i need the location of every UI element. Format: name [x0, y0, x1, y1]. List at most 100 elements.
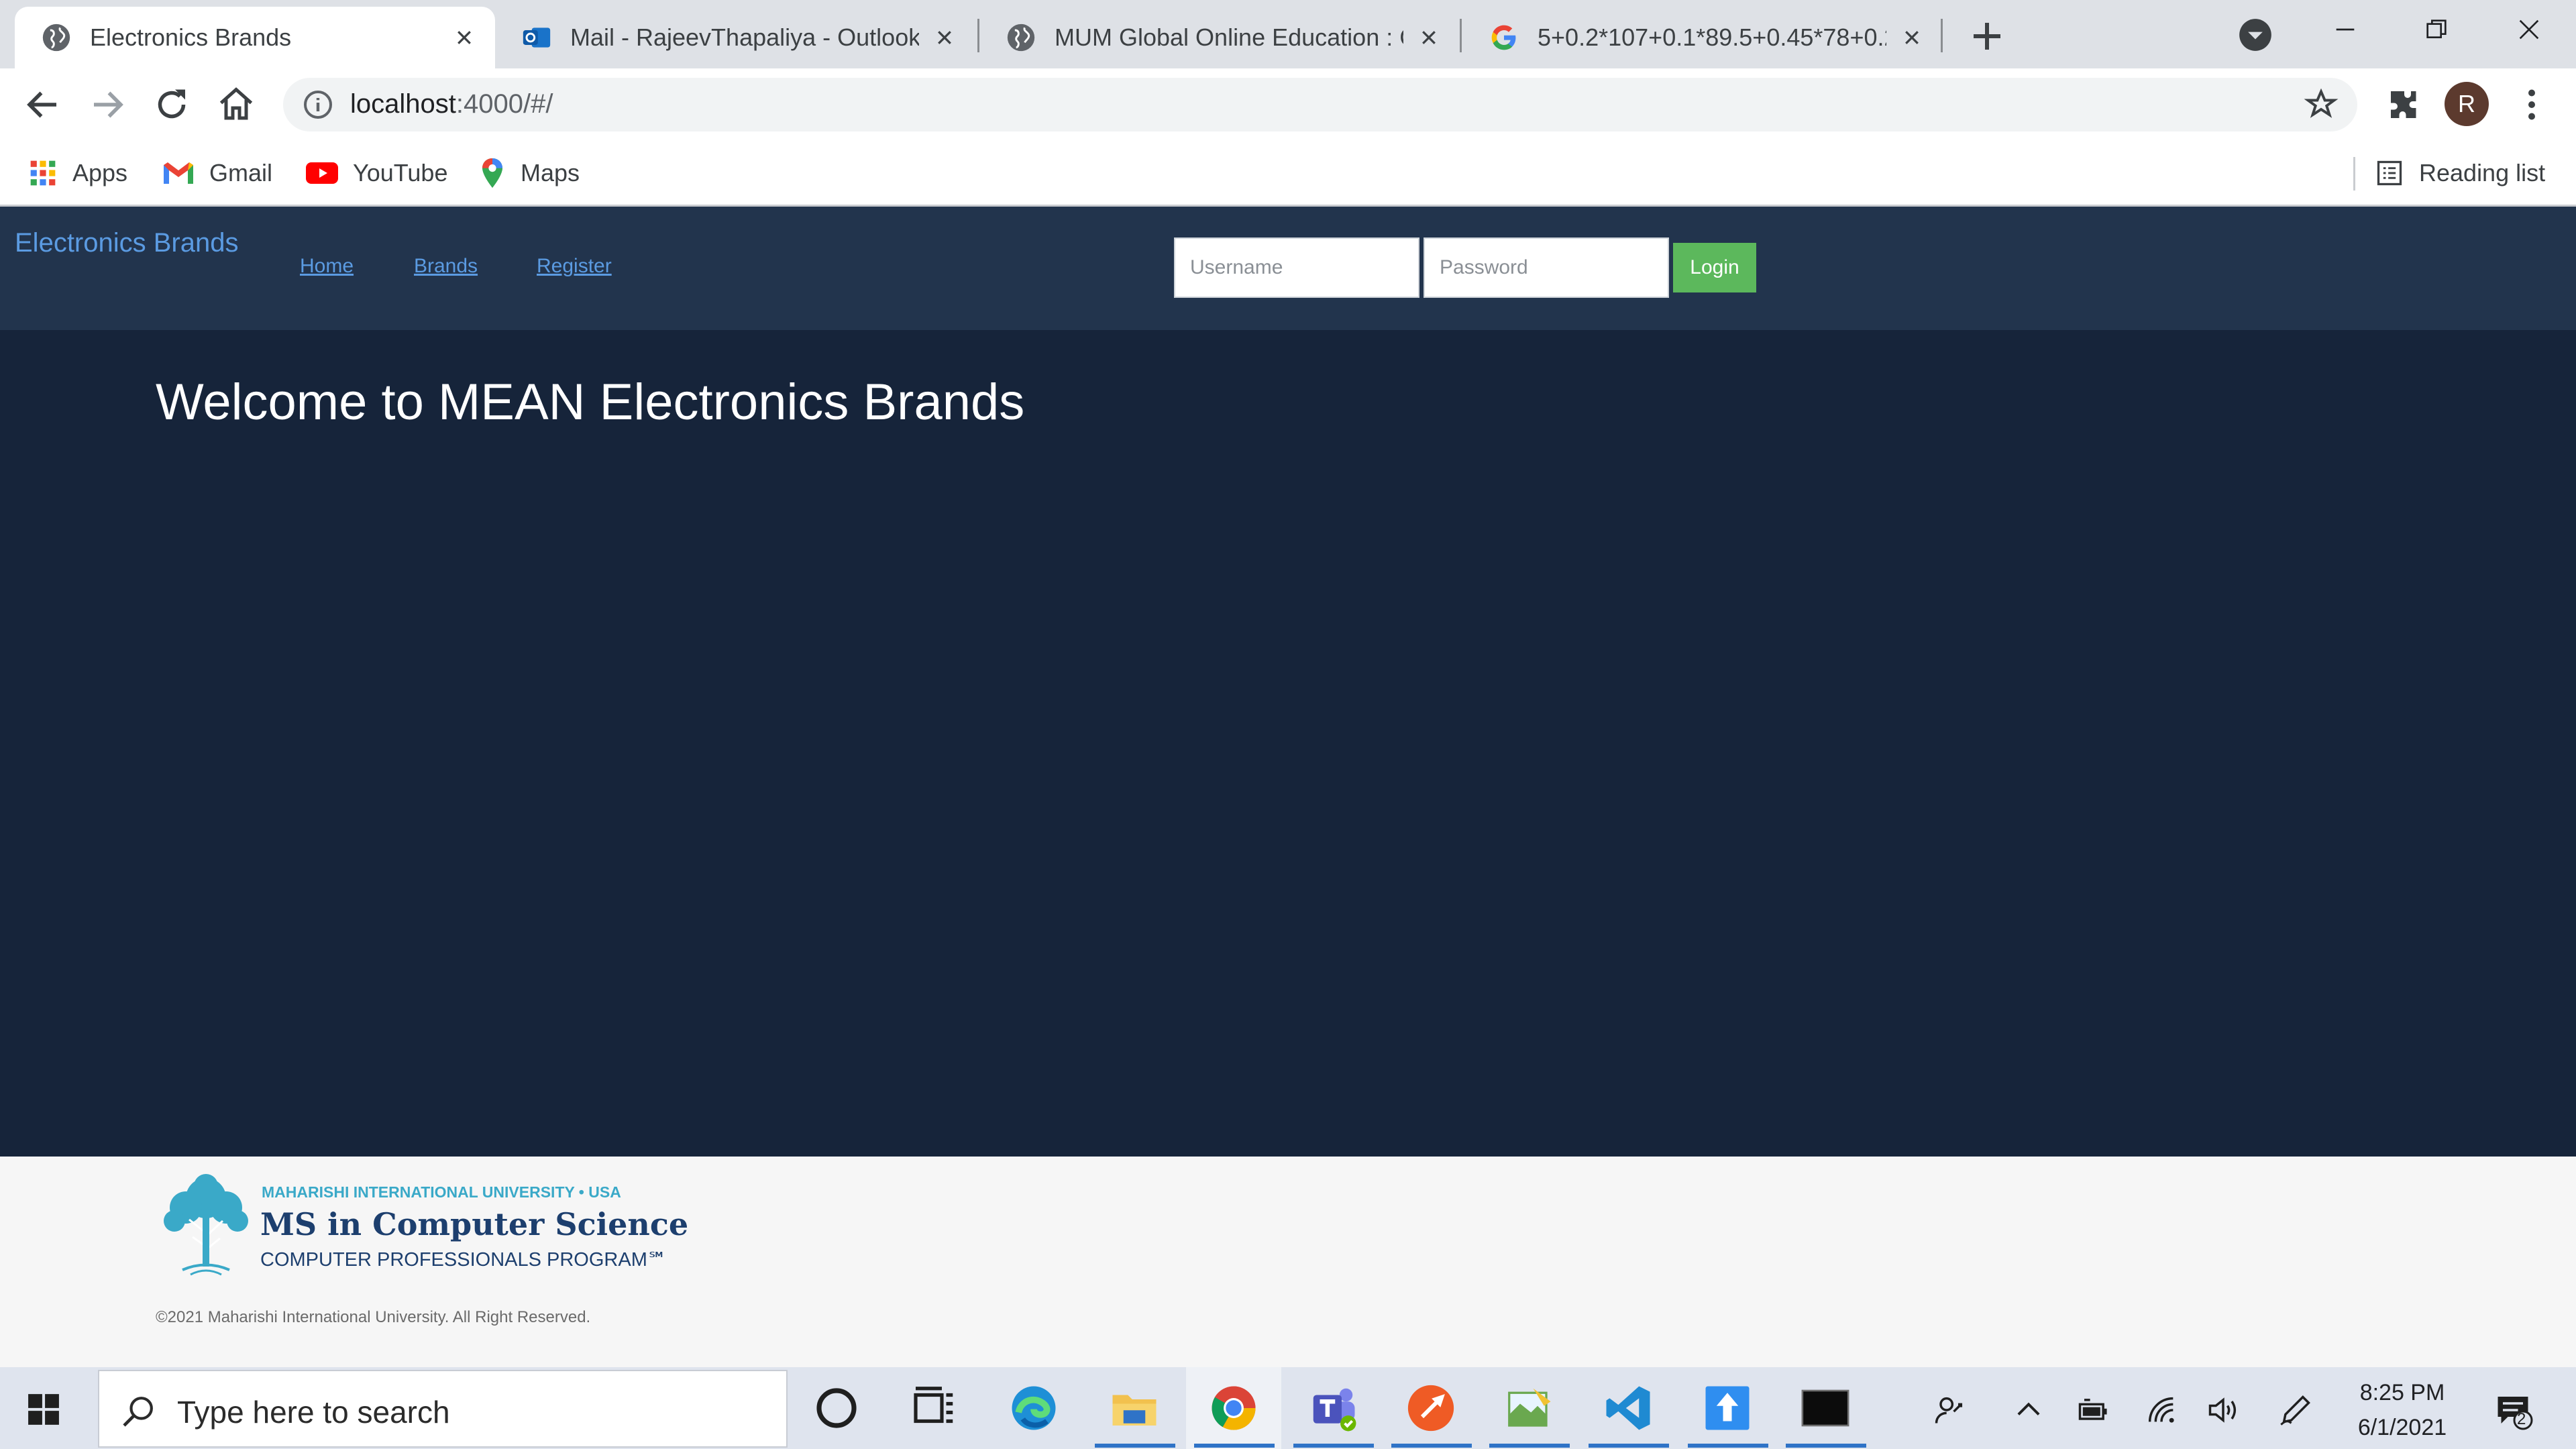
volume-icon[interactable]	[2206, 1393, 2241, 1428]
reading-list-icon	[2377, 160, 2402, 186]
running-indicator	[1589, 1444, 1669, 1448]
reload-icon[interactable]	[152, 85, 192, 125]
bookmark-label: Maps	[521, 159, 580, 186]
nav-brands-link[interactable]: Brands	[414, 255, 478, 278]
notification-icon	[2498, 1397, 2533, 1430]
chrome-icon[interactable]	[1208, 1382, 1260, 1434]
bookmark-apps[interactable]: Apps	[28, 153, 127, 193]
running-indicator	[1391, 1444, 1472, 1448]
tab-electronics-brands[interactable]: Electronics Brands	[15, 7, 495, 68]
url-path: :4000/#/	[455, 89, 553, 119]
bookmarks-separator	[2353, 157, 2355, 191]
clock-time: 8:25 PM	[2359, 1380, 2445, 1405]
running-indicator	[1194, 1444, 1275, 1448]
notification-count: 2	[2517, 1410, 2526, 1428]
maps-pin-icon	[482, 158, 502, 188]
more-vertical-icon[interactable]	[2512, 85, 2552, 125]
browser-toolbar: localhost:4000/#/ R	[0, 68, 2576, 140]
new-tab-plus-icon[interactable]	[1967, 16, 2007, 56]
postman-icon[interactable]	[1405, 1382, 1457, 1434]
vscode-icon[interactable]	[1602, 1382, 1654, 1434]
url-host: localhost	[350, 89, 456, 119]
search-icon	[123, 1397, 153, 1427]
taskbar-search-box[interactable]: Type here to search	[98, 1370, 788, 1448]
close-icon[interactable]	[1897, 23, 1927, 52]
running-indicator	[1688, 1444, 1768, 1448]
paint-icon[interactable]	[1503, 1382, 1555, 1434]
tab-google-search[interactable]: 5+0.2*107+0.1*89.5+0.45*78+0.2	[1462, 7, 1943, 68]
password-input[interactable]: Password	[1424, 237, 1669, 298]
clock-date: 6/1/2021	[2357, 1415, 2447, 1440]
wifi-icon[interactable]	[2144, 1393, 2179, 1428]
welcome-heading: Welcome to MEAN Electronics Brands	[156, 374, 1025, 431]
page-footer: MAHARISHI INTERNATIONAL UNIVERSITY • USA…	[0, 1157, 2576, 1367]
forward-arrow-icon[interactable]	[87, 85, 127, 125]
tab-title: MUM Global Online Education : C	[1055, 23, 1403, 51]
people-icon[interactable]	[1932, 1393, 1967, 1428]
pen-workspace-icon[interactable]	[2278, 1393, 2313, 1428]
globe-icon	[42, 23, 70, 52]
restore-button[interactable]	[2403, 9, 2470, 50]
chevron-up-icon[interactable]	[2011, 1393, 2046, 1428]
logo-program-subtitle: COMPUTER PROFESSIONALS PROGRAM℠	[260, 1249, 667, 1271]
close-icon	[2519, 19, 2539, 40]
reading-list-button[interactable]: Reading list	[2375, 153, 2545, 193]
globe-icon	[1007, 23, 1035, 52]
file-explorer-icon[interactable]	[1108, 1382, 1161, 1434]
bookmark-gmail[interactable]: Gmail	[162, 153, 272, 193]
address-url[interactable]: localhost:4000/#/	[350, 89, 553, 119]
username-input[interactable]: Username	[1174, 237, 1419, 298]
tab-separator	[1941, 19, 1943, 52]
terminal-icon[interactable]	[1799, 1382, 1851, 1434]
running-indicator	[1786, 1444, 1866, 1448]
home-icon[interactable]	[216, 85, 256, 125]
web-page: Electronics Brands Home Brands Register …	[0, 207, 2576, 1367]
cortana-circle-icon[interactable]	[810, 1382, 863, 1434]
info-icon[interactable]	[302, 89, 334, 121]
teams-icon[interactable]	[1307, 1382, 1359, 1434]
tab-strip: Electronics Brands Mail - RajeevThapaliy…	[0, 0, 2576, 68]
tab-separator	[1460, 19, 1462, 52]
close-icon[interactable]	[449, 23, 479, 52]
tab-search-chevron-icon[interactable]	[2238, 17, 2273, 52]
nav-home-link[interactable]: Home	[300, 255, 354, 278]
youtube-icon	[306, 162, 338, 184]
login-button[interactable]: Login	[1673, 243, 1756, 292]
bookmark-label: YouTube	[353, 159, 448, 186]
tree-logo-icon	[164, 1174, 248, 1276]
university-logo: MAHARISHI INTERNATIONAL UNIVERSITY • USA…	[156, 1173, 688, 1280]
close-window-button[interactable]	[2496, 9, 2563, 50]
extensions-puzzle-icon[interactable]	[2384, 85, 2424, 125]
battery-icon[interactable]	[2076, 1393, 2110, 1428]
tab-outlook-mail[interactable]: Mail - RajeevThapaliya - Outlook	[495, 7, 975, 68]
bookmark-star-icon[interactable]	[2304, 87, 2339, 122]
brand-link[interactable]: Electronics Brands	[15, 228, 238, 258]
upload-app-icon[interactable]	[1701, 1382, 1754, 1434]
running-indicator	[1489, 1444, 1570, 1448]
tab-title: Electronics Brands	[90, 23, 292, 51]
address-bar[interactable]: localhost:4000/#/	[283, 78, 2357, 131]
bookmark-label: Apps	[72, 159, 128, 186]
apps-grid-icon	[30, 160, 56, 186]
bookmark-youtube[interactable]: YouTube	[306, 153, 447, 193]
minimize-button[interactable]	[2312, 9, 2379, 50]
running-indicator	[1095, 1444, 1175, 1448]
tab-mum-global[interactable]: MUM Global Online Education : C	[979, 7, 1460, 68]
tab-title: 5+0.2*107+0.1*89.5+0.45*78+0.2	[1538, 23, 1886, 51]
notification-center-button[interactable]: 2	[2493, 1390, 2533, 1430]
taskbar-clock[interactable]: 8:25 PM 6/1/2021	[2328, 1375, 2477, 1445]
back-arrow-icon[interactable]	[23, 85, 63, 125]
nav-register-link[interactable]: Register	[537, 255, 612, 278]
bookmark-maps[interactable]: Maps	[479, 153, 580, 193]
profile-avatar[interactable]: R	[2445, 82, 2489, 126]
copyright-text: ©2021 Maharishi International University…	[156, 1308, 591, 1326]
windows-start-icon[interactable]	[27, 1393, 60, 1426]
task-view-icon[interactable]	[907, 1382, 959, 1434]
close-icon[interactable]	[1414, 23, 1444, 52]
edge-browser-icon[interactable]	[1008, 1382, 1060, 1434]
reading-list-label: Reading list	[2419, 159, 2546, 186]
taskbar-search-placeholder: Type here to search	[177, 1395, 450, 1430]
outlook-icon	[523, 28, 551, 48]
gmail-icon	[164, 162, 193, 184]
close-icon[interactable]	[930, 23, 959, 52]
